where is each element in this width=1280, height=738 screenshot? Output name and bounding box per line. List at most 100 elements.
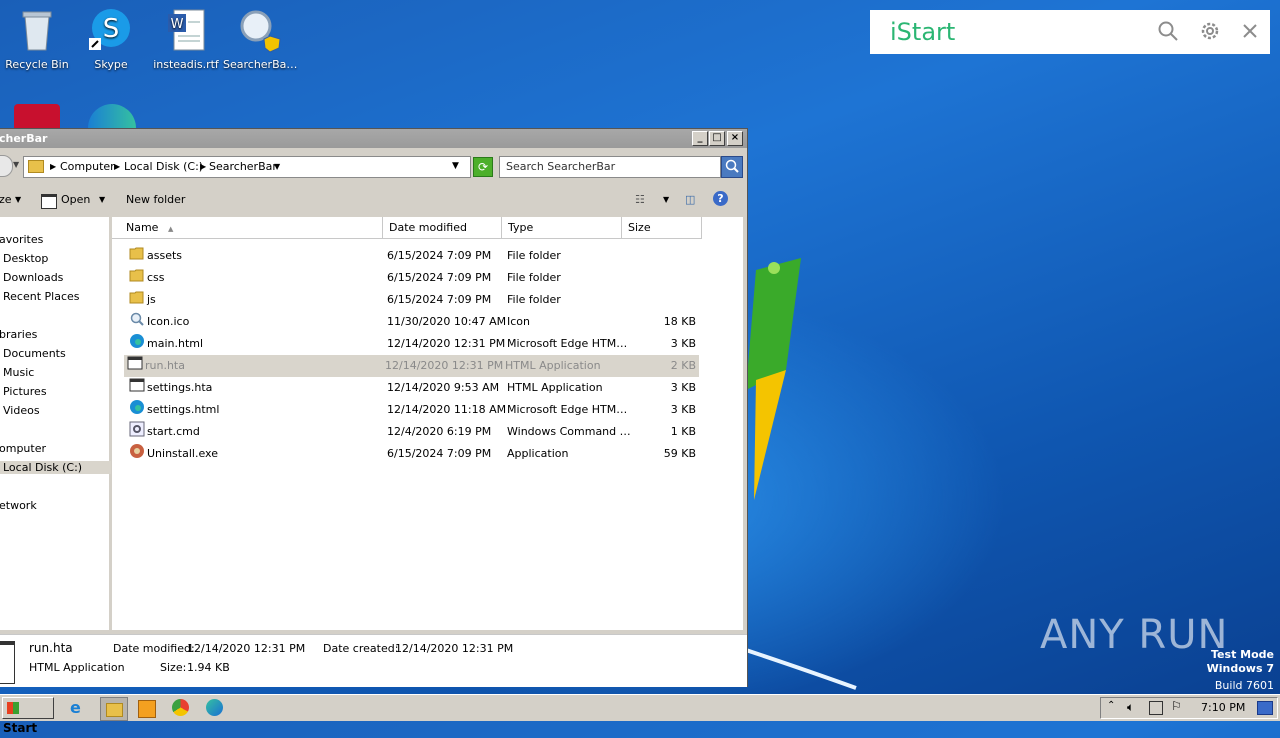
file-name: Uninstall.exe [147, 447, 218, 460]
desktop-icon-rtf[interactable]: W insteadis.rtf [149, 6, 223, 71]
file-row[interactable]: settings.hta 12/14/2020 9:53 AM HTML Appli… [126, 377, 699, 399]
maximize-button[interactable]: □ [709, 131, 725, 146]
view-dropdown[interactable]: ▼ [663, 195, 669, 204]
nav-item[interactable]: Local Disk (C:) [0, 461, 111, 474]
desktop-icon-skype[interactable]: S Skype [74, 6, 148, 71]
crumb-separator[interactable]: ▶ [114, 162, 120, 171]
file-list: Name ▲ Date modified Type Size assets 6/1… [112, 217, 743, 630]
file-date: 12/14/2020 9:53 AM [387, 381, 500, 394]
nav-item[interactable]: omputer [0, 442, 46, 455]
crumb-searcherbar[interactable]: SearcherBar [209, 160, 277, 173]
file-date: 6/15/2024 7:09 PM [387, 293, 492, 306]
file-type: Icon [507, 315, 530, 328]
title-bar[interactable]: cherBar _ □ × [0, 129, 747, 148]
open-dropdown[interactable]: ▼ [99, 195, 105, 204]
file-row[interactable]: start.cmd 12/4/2020 6:19 PM Windows Comman… [126, 421, 699, 443]
file-type: File folder [507, 271, 561, 284]
history-dropdown[interactable]: ▼ [13, 160, 19, 169]
details-pane: run.hta HTML Application Date modified: … [0, 634, 747, 687]
desktop-icon-partial-red[interactable] [14, 104, 60, 128]
folder-icon [28, 160, 44, 173]
column-header-name[interactable]: Name ▲ [112, 217, 383, 239]
start-button[interactable]: Start [2, 697, 54, 735]
explorer-taskbar-button[interactable] [100, 697, 128, 721]
network-icon[interactable] [1149, 701, 1163, 715]
minimize-button[interactable]: _ [692, 131, 708, 146]
show-desktop-button[interactable] [1257, 701, 1273, 715]
file-name: start.cmd [147, 425, 200, 438]
address-dropdown[interactable]: ▼ [452, 161, 459, 171]
file-row[interactable]: Icon.ico 11/30/2020 10:47 AM Icon 18 KB [126, 311, 699, 333]
details-modified-value: 12/14/2020 12:31 PM [187, 642, 306, 655]
preview-pane-icon[interactable]: ◫ [685, 193, 695, 206]
address-bar[interactable]: ▶ Computer ▶ Local Disk (C:) ▶ SearcherB… [23, 156, 471, 178]
crumb-separator[interactable]: ▶ [50, 162, 56, 171]
ie-icon[interactable]: e [70, 699, 88, 717]
file-type: Microsoft Edge HTM… [507, 337, 628, 350]
search-input[interactable]: Search SearcherBar [499, 156, 721, 178]
file-date: 12/4/2020 6:19 PM [387, 425, 492, 438]
window-app-icon [0, 641, 15, 684]
show-hidden-icons[interactable]: ⌃ [1107, 700, 1115, 711]
open-button[interactable]: Open [61, 193, 90, 206]
file-type: HTML Application [507, 381, 603, 394]
close-button[interactable]: × [727, 131, 743, 146]
desktop-icon-partial-edge[interactable] [88, 104, 136, 128]
nav-item[interactable]: avorites [0, 233, 43, 246]
clock[interactable]: 7:10 PM [1201, 701, 1245, 714]
help-icon[interactable]: ? [713, 191, 728, 206]
column-header-date[interactable]: Date modified [383, 217, 502, 239]
nav-item[interactable]: Recent Places [3, 290, 80, 303]
file-row[interactable]: run.hta 12/14/2020 12:31 PM HTML Applicati… [124, 355, 699, 377]
start-label: Start [3, 721, 38, 735]
close-icon[interactable] [1238, 20, 1262, 44]
sort-ascending-icon: ▲ [167, 225, 174, 233]
nav-item[interactable]: Videos [3, 404, 40, 417]
nav-item[interactable]: Pictures [3, 385, 47, 398]
crumb-dropdown[interactable]: ▼ [274, 162, 280, 171]
column-header-type[interactable]: Type [502, 217, 622, 239]
back-forward-button[interactable] [0, 155, 13, 177]
crumb-separator[interactable]: ▶ [200, 162, 206, 171]
view-options-icon[interactable]: ☷ [635, 193, 645, 206]
file-row[interactable]: css 6/15/2024 7:09 PM File folder [126, 267, 699, 289]
action-center-flag-icon[interactable]: ⚐ [1171, 699, 1182, 713]
file-name: settings.html [147, 403, 220, 416]
new-folder-button[interactable]: New folder [126, 193, 185, 206]
nav-item[interactable]: Music [3, 366, 34, 379]
desktop-icon-searcherbar[interactable]: SearcherBa… [223, 6, 297, 71]
file-row[interactable]: settings.html 12/14/2020 11:18 AM Microsof… [126, 399, 699, 421]
nav-item[interactable]: Documents [3, 347, 66, 360]
gear-script-icon [129, 421, 145, 437]
nav-item[interactable]: braries [0, 328, 37, 341]
organize-dropdown[interactable]: ▼ [15, 195, 21, 204]
file-row[interactable]: assets 6/15/2024 7:09 PM File folder [126, 245, 699, 267]
organize-menu[interactable]: ze [0, 193, 12, 206]
watermark-windows: Windows 7 [1206, 662, 1274, 675]
file-row[interactable]: main.html 12/14/2020 12:31 PM Microsoft Ed… [126, 333, 699, 355]
edge-icon[interactable] [206, 699, 223, 716]
volume-icon[interactable]: 🔈︎ [1127, 700, 1134, 715]
desktop-icon-recycle-bin[interactable]: Recycle Bin [0, 6, 74, 71]
gear-icon[interactable] [1198, 20, 1222, 44]
address-bar-row: ▼ ▶ Computer ▶ Local Disk (C:) ▶ Searche… [0, 151, 747, 181]
chrome-icon[interactable] [172, 699, 189, 716]
folder-icon [129, 289, 145, 305]
file-name: js [147, 293, 156, 306]
media-player-icon[interactable] [138, 700, 156, 718]
istart-search-widget: iStart [870, 10, 1270, 54]
nav-item[interactable]: Downloads [3, 271, 63, 284]
crumb-local-disk[interactable]: Local Disk (C:) [124, 160, 203, 173]
search-icon[interactable] [1156, 20, 1180, 44]
svg-text:W: W [171, 17, 184, 32]
search-icon[interactable] [721, 156, 743, 178]
nav-item[interactable]: etwork [0, 499, 37, 512]
file-date: 6/15/2024 7:09 PM [387, 249, 492, 262]
refresh-button[interactable]: ⟳ [473, 157, 493, 177]
column-header-size[interactable]: Size [622, 217, 702, 239]
crumb-computer[interactable]: Computer [60, 160, 115, 173]
file-row[interactable]: js 6/15/2024 7:09 PM File folder [126, 289, 699, 311]
file-date: 12/14/2020 12:31 PM [387, 337, 506, 350]
file-row[interactable]: Uninstall.exe 6/15/2024 7:09 PM Applicatio… [126, 443, 699, 465]
nav-item[interactable]: Desktop [3, 252, 48, 265]
